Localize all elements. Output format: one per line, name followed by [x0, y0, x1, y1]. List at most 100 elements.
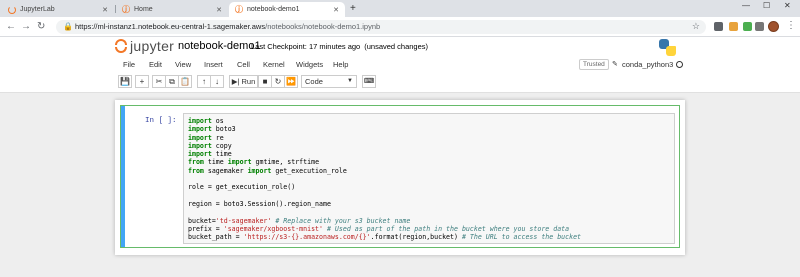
save-status: (unsaved changes)	[364, 42, 429, 51]
move-up-button[interactable]: ↑	[197, 75, 211, 88]
move-down-button[interactable]: ↓	[210, 75, 224, 88]
trusted-badge[interactable]: Trusted	[579, 59, 609, 70]
code-cell[interactable]: In [ ]: import os import boto3 import re im…	[120, 105, 680, 248]
python-logo-icon	[659, 39, 676, 56]
menu-widgets[interactable]: Widgets	[296, 60, 323, 69]
jupyter-icon: ⓙ	[235, 4, 243, 14]
code-text-token: re	[211, 133, 224, 142]
code-string: 'sagemaker/xgboost-mnist'	[223, 224, 323, 233]
extension-icon[interactable]	[714, 22, 723, 31]
code-line: from sagemaker import get_execution_role	[188, 167, 670, 175]
code-text-token: copy	[211, 141, 232, 150]
step-forward-icon: ▶|	[231, 77, 240, 86]
extension-icon[interactable]	[729, 22, 738, 31]
scissors-icon: ✂	[155, 77, 163, 86]
insert-cell-button[interactable]: +	[135, 75, 149, 88]
extension-icon[interactable]	[743, 22, 752, 31]
code-editor[interactable]: import os import boto3 import re import cop…	[183, 113, 675, 244]
checkpoint-status: Last Checkpoint: 17 minutes ago (unsaved …	[251, 42, 428, 51]
browser-menu-icon[interactable]: ⋮	[786, 20, 796, 31]
browser-tab-home[interactable]: ⓙ Home ✕	[116, 2, 228, 17]
back-arrow-icon[interactable]: ←	[6, 21, 16, 33]
browser-tab-notebook[interactable]: ⓙ notebook-demo1 ✕	[229, 2, 345, 17]
cell-type-select[interactable]: Code ▼	[301, 75, 357, 88]
restart-button[interactable]: ↻	[271, 75, 285, 88]
code-keyword: import	[247, 166, 272, 175]
code-text-token: bucket_path =	[188, 233, 244, 242]
address-bar: ← → ↻ 🔒 https://ml-instanz1.notebook.eu-…	[0, 17, 800, 37]
code-line: prefix = 'sagemaker/xgboost-mnist' # Use…	[188, 225, 670, 233]
copy-button[interactable]: ⧉	[165, 75, 179, 88]
code-text-token: os	[211, 117, 224, 125]
close-icon[interactable]: ✕	[216, 6, 222, 14]
code-line: role = get_execution_role()	[188, 183, 670, 191]
stop-icon: ■	[262, 77, 268, 86]
menu-kernel[interactable]: Kernel	[263, 60, 285, 69]
code-text-token: get_execution_role	[271, 166, 347, 175]
notebook-container: In [ ]: import os import boto3 import re im…	[115, 100, 685, 255]
code-line: import os	[188, 117, 670, 125]
menu-insert[interactable]: Insert	[204, 60, 223, 69]
code-line: bucket='td-sagemaker' # Replace with you…	[188, 217, 670, 225]
arrow-up-icon: ↑	[202, 77, 206, 86]
code-line: import copy	[188, 142, 670, 150]
close-icon[interactable]: ✕	[333, 6, 339, 14]
forward-arrow-icon[interactable]: →	[21, 21, 31, 33]
url-host: https://ml-instanz1.notebook.eu-central-…	[75, 22, 266, 31]
close-icon[interactable]: ✕	[102, 6, 108, 14]
run-button[interactable]: ▶| Run	[229, 75, 258, 88]
menubar: File Edit View Insert Cell Kernel Widget…	[0, 58, 800, 72]
menu-file[interactable]: File	[123, 60, 135, 69]
reload-icon[interactable]: ↻	[37, 21, 45, 33]
menu-cell[interactable]: Cell	[237, 60, 250, 69]
restart-icon: ↻	[274, 77, 282, 86]
run-label: Run	[241, 77, 256, 86]
restart-run-all-button[interactable]: ⏩	[284, 75, 298, 88]
menu-view[interactable]: View	[175, 60, 191, 69]
code-text-token: role = get_execution_role()	[188, 183, 296, 192]
bookmark-star-icon[interactable]: ☆	[692, 21, 700, 32]
code-comment: # The URL to access the bucket	[461, 233, 582, 242]
menu-edit[interactable]: Edit	[149, 60, 162, 69]
keyboard-icon[interactable]: ⌨	[362, 75, 376, 88]
code-keyword: import	[188, 117, 212, 125]
tab-label: Home	[134, 6, 153, 13]
arrow-down-icon: ↓	[215, 77, 219, 86]
new-tab-icon[interactable]: +	[350, 3, 356, 14]
code-keyword: import	[188, 133, 212, 142]
notebook-name[interactable]: notebook-demo1	[178, 40, 261, 52]
save-button[interactable]: 💾	[118, 75, 132, 88]
code-text-token: time	[203, 158, 228, 167]
code-line: import re	[188, 134, 670, 142]
code-text-token: bucket=	[188, 216, 216, 225]
paste-button[interactable]: 📋	[178, 75, 192, 88]
url-text: https://ml-instanz1.notebook.eu-central-…	[75, 22, 380, 31]
browser-tab-jupyterlab[interactable]: JupyterLab ✕	[2, 2, 114, 17]
maximize-icon[interactable]: ☐	[763, 1, 770, 10]
jupyter-logo[interactable]: jupyter	[115, 38, 174, 54]
window-close-icon[interactable]: ✕	[784, 1, 791, 10]
lock-icon: 🔒	[63, 22, 73, 31]
cut-button[interactable]: ✂	[152, 75, 166, 88]
profile-avatar[interactable]	[768, 21, 779, 32]
code-text-token: .format(region,bucket)	[370, 233, 462, 242]
menu-help[interactable]: Help	[333, 60, 348, 69]
code-line: region = boto3.Session().region_name	[188, 200, 670, 208]
url-input[interactable]: 🔒 https://ml-instanz1.notebook.eu-centra…	[56, 20, 706, 34]
code-keyword: import	[188, 141, 212, 150]
cell-type-value: Code	[305, 77, 323, 86]
paste-icon: 📋	[180, 77, 190, 86]
minimize-icon[interactable]: —	[742, 1, 750, 10]
edit-pencil-icon[interactable]: ✎	[612, 60, 618, 68]
code-keyword: from	[188, 166, 204, 175]
kernel-name[interactable]: conda_python3	[622, 60, 673, 69]
extension-icon[interactable]	[755, 22, 764, 31]
logo-text: jupyter	[130, 38, 175, 54]
input-prompt: In [ ]:	[145, 117, 177, 125]
interrupt-button[interactable]: ■	[258, 75, 272, 88]
code-line: bucket_path = 'https://s3-{}.amazonaws.c…	[188, 233, 670, 241]
code-keyword: import	[227, 158, 252, 167]
jupyter-icon: ⓙ	[122, 4, 130, 14]
